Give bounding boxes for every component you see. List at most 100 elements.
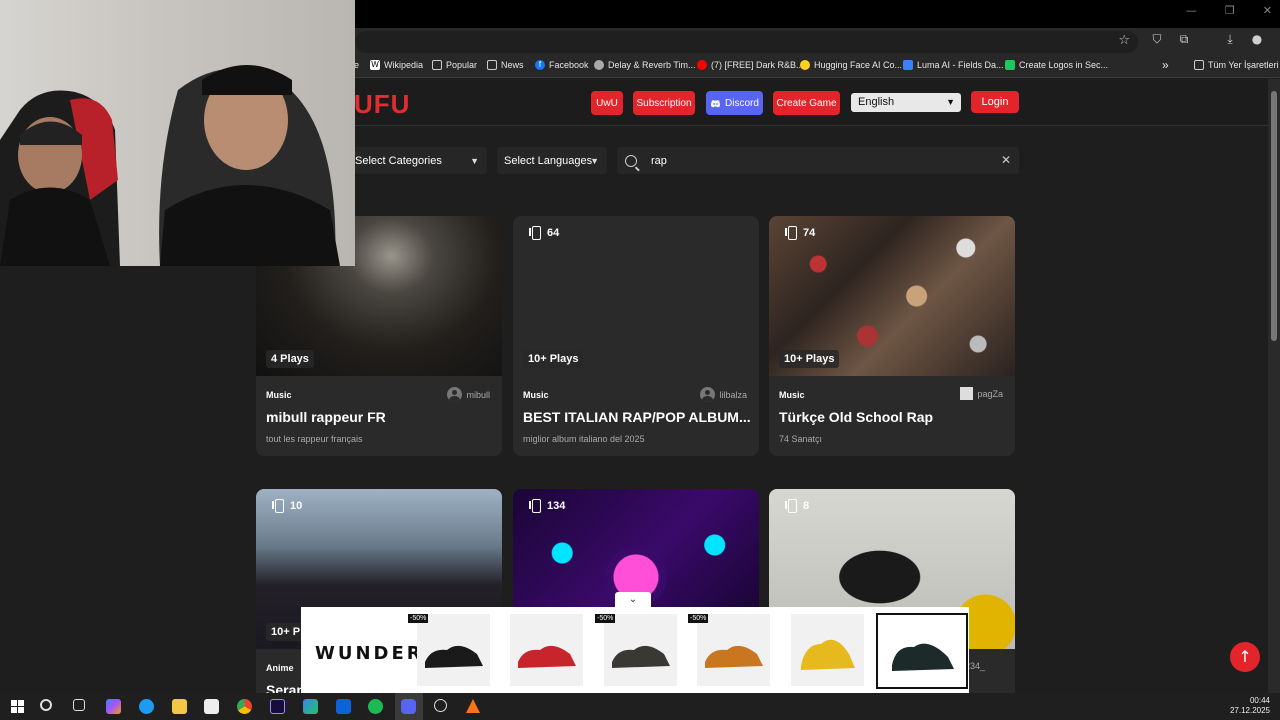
language-select[interactable]: English ▼ bbox=[851, 93, 961, 112]
scroll-to-top-button[interactable]: ↑ bbox=[1230, 642, 1260, 672]
plays-badge: 4 Plays bbox=[266, 350, 314, 368]
bookmark-label: (7) [FREE] Dark R&B... bbox=[711, 60, 804, 70]
outlook-icon[interactable] bbox=[336, 699, 351, 714]
card-author[interactable]: mibull bbox=[447, 387, 490, 402]
product-tile[interactable] bbox=[791, 614, 864, 686]
folder-icon bbox=[432, 60, 442, 70]
hugging-face-icon bbox=[800, 60, 810, 70]
obs-icon[interactable] bbox=[434, 699, 447, 712]
bookmark-label: Luma AI - Fields Da... bbox=[917, 60, 1004, 70]
product-tile[interactable] bbox=[417, 614, 490, 686]
chevron-down-icon: ⌄ bbox=[628, 594, 638, 605]
card-count: 10 bbox=[272, 499, 302, 513]
bookmark-item[interactable]: f Facebook bbox=[535, 60, 589, 70]
product-tile-selected[interactable] bbox=[876, 613, 968, 689]
all-bookmarks-button[interactable]: Tüm Yer İşaretleri bbox=[1194, 60, 1279, 70]
card-category: Music bbox=[523, 390, 549, 400]
categories-label: Select Categories bbox=[355, 154, 442, 167]
card-subtitle: 74 Sanatçı bbox=[779, 434, 823, 444]
copilot-icon[interactable] bbox=[106, 699, 121, 714]
taskbar: 00:44 27.12.2025 bbox=[0, 693, 1280, 720]
avatar-icon bbox=[960, 387, 974, 400]
premiere-icon[interactable] bbox=[270, 699, 285, 714]
ad-banner[interactable]: WUNDER -50% -50% -50% bbox=[301, 607, 969, 693]
folder-icon bbox=[487, 60, 497, 70]
bookmark-label: Wikipedia bbox=[384, 60, 424, 70]
edge-icon[interactable] bbox=[139, 699, 154, 714]
languages-label: Select Languages bbox=[504, 154, 593, 167]
bookmark-item[interactable]: Popular bbox=[432, 60, 477, 70]
product-tile[interactable] bbox=[510, 614, 583, 686]
language-value: English bbox=[858, 96, 895, 108]
product-tile[interactable] bbox=[604, 614, 677, 686]
count-value: 74 bbox=[803, 226, 816, 239]
card-title: BEST ITALIAN RAP/POP ALBUM... bbox=[523, 409, 751, 425]
site-logo[interactable]: UFU bbox=[354, 89, 410, 120]
windows-logo bbox=[11, 700, 24, 713]
bookmark-star-icon[interactable]: ☆ bbox=[1118, 33, 1130, 48]
close-icon[interactable]: ✕ bbox=[1263, 4, 1272, 17]
bookmark-label: Hugging Face AI Co... bbox=[814, 60, 903, 70]
webcam-feed bbox=[0, 65, 340, 266]
extensions-icon[interactable]: ⧉ bbox=[1177, 32, 1191, 47]
clear-search-icon[interactable]: ✕ bbox=[1001, 153, 1011, 167]
profile-icon[interactable]: ● bbox=[1250, 32, 1264, 47]
quiz-card[interactable]: 64 10+ Plays Music lilbalza BEST ITALIAN… bbox=[513, 216, 759, 456]
vlc-icon[interactable] bbox=[466, 699, 480, 713]
bookmark-label: News bbox=[501, 60, 524, 70]
chrome-icon[interactable] bbox=[237, 699, 252, 714]
login-button[interactable]: Login bbox=[971, 91, 1019, 113]
bookmark-label: Create Logos in Sec... bbox=[1019, 60, 1109, 70]
page-scrollbar[interactable] bbox=[1268, 79, 1280, 693]
discord-button[interactable]: Discord bbox=[706, 91, 763, 115]
categories-select[interactable]: Select Categories ▼ bbox=[348, 147, 487, 174]
windows-start-icon[interactable] bbox=[10, 699, 25, 714]
plays-badge: 10+ P bbox=[266, 623, 306, 641]
bookmark-item[interactable]: (7) [FREE] Dark R&B... bbox=[697, 60, 804, 70]
uwu-button[interactable]: UwU bbox=[591, 91, 623, 115]
card-author[interactable]: pagZa bbox=[960, 387, 1003, 400]
bookmark-item[interactable]: Create Logos in Sec... bbox=[1005, 60, 1108, 70]
create-game-button[interactable]: Create Game bbox=[773, 91, 840, 115]
bookmark-item[interactable]: Luma AI - Fields Da... bbox=[903, 60, 1004, 70]
sneaker-image bbox=[425, 645, 483, 668]
search-icon bbox=[625, 154, 637, 167]
subscription-button[interactable]: Subscription bbox=[633, 91, 695, 115]
address-bar[interactable]: ☆ bbox=[355, 31, 1138, 53]
file-explorer-icon[interactable] bbox=[172, 699, 187, 714]
card-category: Music bbox=[779, 390, 805, 400]
window-controls: — ❐ ✕ bbox=[1186, 4, 1272, 17]
webcam-overlay bbox=[0, 0, 355, 266]
task-view-icon[interactable] bbox=[73, 699, 85, 711]
restore-icon[interactable]: ❐ bbox=[1225, 4, 1235, 17]
bookmark-label: Delay & Reverb Tim... bbox=[608, 60, 696, 70]
sneaker-image bbox=[518, 645, 576, 668]
download-icon[interactable]: ⤓ bbox=[1223, 32, 1237, 47]
bookmark-item[interactable]: Delay & Reverb Tim... bbox=[594, 60, 696, 70]
bookmark-item[interactable]: News bbox=[487, 60, 524, 70]
cards-icon bbox=[529, 499, 541, 513]
minimize-icon[interactable]: — bbox=[1186, 4, 1197, 17]
system-clock[interactable]: 00:44 27.12.2025 bbox=[1230, 696, 1270, 716]
languages-select[interactable]: Select Languages ▼ bbox=[497, 147, 607, 174]
facebook-icon: f bbox=[535, 60, 545, 70]
scrollbar-thumb[interactable] bbox=[1271, 91, 1277, 341]
card-author[interactable]: lilbalza bbox=[700, 387, 747, 402]
cards-icon bbox=[529, 226, 541, 240]
product-tile[interactable] bbox=[697, 614, 770, 686]
quiz-card[interactable]: 74 10+ Plays Music pagZa Türkçe Old Scho… bbox=[769, 216, 1015, 456]
store-icon[interactable] bbox=[204, 699, 219, 714]
more-bookmarks-button[interactable]: » bbox=[1162, 58, 1169, 72]
bookmark-item[interactable]: Hugging Face AI Co... bbox=[800, 60, 902, 70]
ad-collapse-button[interactable]: ⌄ bbox=[615, 592, 651, 608]
search-icon[interactable] bbox=[40, 699, 52, 711]
clock-date: 27.12.2025 bbox=[1229, 706, 1270, 715]
discord-icon[interactable] bbox=[401, 699, 416, 714]
sale-badge: -50% bbox=[408, 614, 429, 623]
bookmark-item[interactable]: W Wikipedia bbox=[370, 60, 423, 70]
shield-icon[interactable]: ⛉ bbox=[1150, 32, 1164, 47]
plays-badge: 10+ Plays bbox=[779, 350, 840, 368]
spotify-icon[interactable] bbox=[368, 699, 383, 714]
search-input[interactable]: rap ✕ bbox=[617, 147, 1019, 174]
app-icon[interactable] bbox=[303, 699, 318, 714]
